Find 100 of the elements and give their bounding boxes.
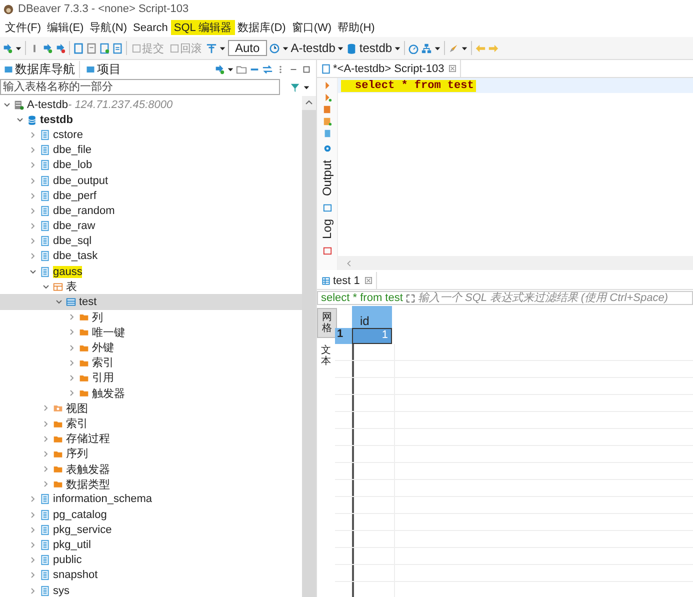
tree-item[interactable]: gauss bbox=[0, 264, 302, 280]
tree-item[interactable]: 引用 bbox=[0, 370, 302, 386]
tree-item[interactable]: 触发器 bbox=[0, 386, 302, 401]
connect-icon[interactable] bbox=[214, 64, 225, 74]
empty-cell[interactable] bbox=[353, 497, 395, 514]
chevron-right-icon[interactable] bbox=[29, 206, 37, 215]
empty-cell[interactable] bbox=[353, 514, 395, 530]
script-run-icon[interactable] bbox=[322, 117, 332, 126]
column-header[interactable]: id bbox=[352, 306, 392, 328]
tree-item[interactable]: 列 bbox=[0, 310, 302, 325]
chevron-right-icon[interactable] bbox=[42, 465, 50, 474]
tree-item[interactable]: dbe_sql bbox=[0, 234, 302, 249]
empty-cell[interactable] bbox=[353, 480, 395, 496]
chevron-right-icon[interactable] bbox=[29, 586, 37, 595]
sql-editor-icon[interactable] bbox=[73, 42, 84, 54]
chevron-down-icon[interactable] bbox=[16, 116, 24, 124]
menu-item[interactable]: 窗口(W) bbox=[288, 20, 335, 35]
database-selector[interactable]: testdb bbox=[359, 41, 392, 55]
chevron-right-icon[interactable] bbox=[29, 146, 37, 154]
gear-icon[interactable] bbox=[322, 144, 332, 153]
view-tab[interactable]: 网格 bbox=[317, 308, 337, 338]
disconnect-icon[interactable] bbox=[55, 42, 66, 54]
chevron-right-icon[interactable] bbox=[29, 510, 37, 519]
menu-item[interactable]: 帮助(H) bbox=[334, 20, 378, 35]
chevron-right-icon[interactable] bbox=[29, 526, 37, 534]
chevron-right-icon[interactable] bbox=[68, 344, 76, 352]
chevron-down-icon[interactable] bbox=[42, 282, 50, 291]
chevron-right-icon[interactable] bbox=[29, 192, 37, 200]
chevron-right-icon[interactable] bbox=[42, 434, 50, 443]
connection-selector[interactable]: A-testdb bbox=[290, 41, 336, 55]
empty-cell[interactable] bbox=[353, 361, 395, 378]
empty-cell[interactable] bbox=[353, 412, 395, 428]
log-icon[interactable] bbox=[322, 246, 332, 256]
chevron-down-icon[interactable] bbox=[29, 268, 37, 276]
output-icon[interactable] bbox=[322, 203, 332, 212]
scroll-up-icon[interactable] bbox=[302, 96, 316, 110]
run-icon[interactable] bbox=[322, 93, 332, 102]
caret-icon[interactable] bbox=[219, 44, 226, 52]
panel-tab[interactable]: 项目 bbox=[82, 60, 125, 78]
recent-script-icon[interactable] bbox=[112, 42, 123, 54]
chevron-right-icon[interactable] bbox=[42, 480, 50, 488]
chevron-right-icon[interactable] bbox=[68, 358, 76, 367]
tree-item[interactable]: dbe_task bbox=[0, 248, 302, 264]
empty-cell[interactable] bbox=[353, 429, 395, 446]
caret-icon[interactable] bbox=[303, 84, 310, 90]
caret-icon[interactable] bbox=[15, 44, 22, 52]
tree-item[interactable]: pkg_service bbox=[0, 522, 302, 538]
tree-item[interactable]: A-testdb- 124.71.237.45:8000 bbox=[0, 97, 302, 112]
script-run-icon[interactable] bbox=[322, 105, 332, 114]
side-tab[interactable]: Log bbox=[320, 219, 334, 240]
empty-cell[interactable] bbox=[353, 548, 395, 564]
chevron-right-icon[interactable] bbox=[68, 389, 76, 398]
tree-item[interactable]: 视图 bbox=[0, 400, 302, 416]
menu-item[interactable]: 数据库(D) bbox=[234, 20, 289, 35]
tree-item[interactable]: 数据类型 bbox=[0, 476, 302, 492]
menu-item[interactable]: 文件(F) bbox=[2, 20, 44, 35]
new-script-icon[interactable] bbox=[99, 42, 110, 54]
caret-icon[interactable] bbox=[461, 44, 468, 52]
script-icon[interactable] bbox=[86, 42, 97, 54]
tree-item[interactable]: 索引 bbox=[0, 355, 302, 370]
chevron-right-icon[interactable] bbox=[42, 450, 50, 458]
empty-cell[interactable] bbox=[353, 344, 395, 360]
close-icon[interactable] bbox=[364, 277, 372, 284]
menu-item[interactable]: 编辑(E) bbox=[44, 20, 87, 35]
chevron-right-icon[interactable] bbox=[29, 176, 37, 185]
tree-item[interactable]: dbe_raw bbox=[0, 218, 302, 234]
scroll-left-icon[interactable] bbox=[346, 260, 353, 267]
chevron-right-icon[interactable] bbox=[68, 328, 76, 336]
link-arrows-icon[interactable] bbox=[262, 64, 273, 74]
tree-item[interactable]: cstore bbox=[0, 127, 302, 143]
empty-cell[interactable] bbox=[353, 463, 395, 480]
caret-icon[interactable] bbox=[282, 44, 289, 52]
chevron-right-icon[interactable] bbox=[29, 222, 37, 230]
tree-item[interactable]: snapshot bbox=[0, 568, 302, 583]
tree-item[interactable]: information_schema bbox=[0, 492, 302, 508]
tree-item[interactable]: dbe_random bbox=[0, 203, 302, 218]
caret-icon[interactable] bbox=[394, 44, 402, 52]
query-text[interactable]: select * from test bbox=[321, 292, 403, 304]
side-tab[interactable]: Output bbox=[320, 160, 334, 196]
tree-item[interactable]: 序列 bbox=[0, 446, 302, 462]
tree-item[interactable]: 外键 bbox=[0, 340, 302, 356]
caret-icon[interactable] bbox=[434, 44, 442, 52]
tree-item[interactable]: test bbox=[0, 294, 302, 310]
empty-cell[interactable] bbox=[353, 395, 395, 412]
view-tab[interactable]: 文本 bbox=[317, 342, 335, 370]
tree-item[interactable]: 表触发器 bbox=[0, 462, 302, 477]
tree-item[interactable]: dbe_perf bbox=[0, 188, 302, 204]
tree-item[interactable]: public bbox=[0, 552, 302, 568]
chevron-right-icon[interactable] bbox=[29, 556, 37, 564]
empty-cell[interactable] bbox=[353, 378, 395, 394]
empty-cell[interactable] bbox=[353, 531, 395, 548]
empty-cell[interactable] bbox=[353, 582, 395, 597]
document-icon[interactable] bbox=[322, 129, 332, 138]
chevron-right-icon[interactable] bbox=[29, 161, 37, 170]
empty-cell[interactable] bbox=[353, 565, 395, 582]
chevron-right-icon[interactable] bbox=[29, 237, 37, 246]
dashboard-icon[interactable] bbox=[408, 42, 420, 54]
tree-item[interactable]: pkg_util bbox=[0, 537, 302, 553]
chevron-right-icon[interactable] bbox=[29, 495, 37, 504]
empty-cell[interactable] bbox=[353, 446, 395, 462]
